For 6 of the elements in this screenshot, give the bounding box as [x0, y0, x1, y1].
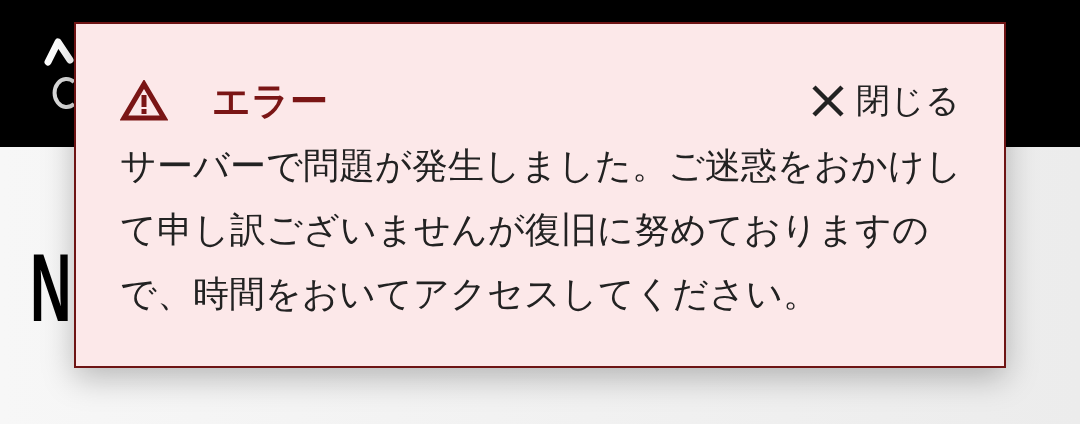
warning-icon — [120, 80, 168, 122]
close-icon — [810, 83, 846, 119]
page-heading: N — [30, 243, 72, 333]
dialog-title: エラー — [212, 77, 328, 125]
error-message: サーバーで問題が発生しました。ご迷惑をおかけして申し訳ございませんが復旧に努めておりますので、時間をおいてアクセスしてください。 — [120, 144, 963, 316]
close-button[interactable]: 閉じる — [810, 78, 960, 124]
